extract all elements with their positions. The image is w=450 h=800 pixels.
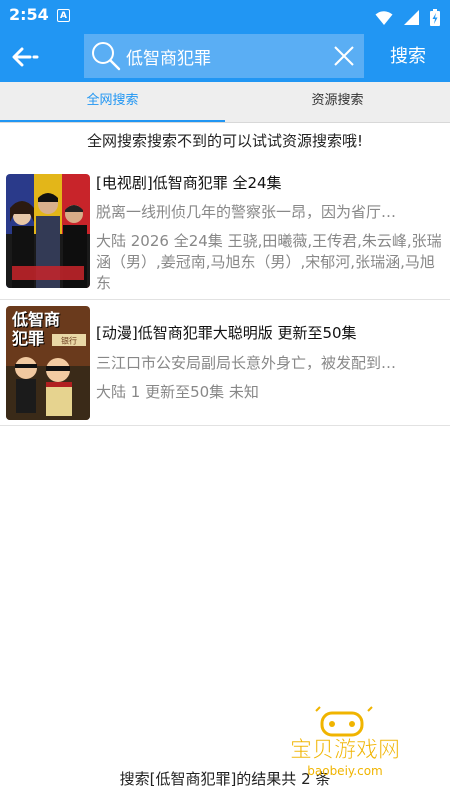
search-icon (92, 42, 121, 71)
result-title: [动漫]低智商犯罪大聪明版 更新至50集 (96, 324, 357, 342)
result-item[interactable]: 银行 低智商犯罪 [动漫]低智商犯罪大聪明版 更新至50集 三江口市公安局副局长… (0, 300, 450, 426)
poster-image: 银行 低智商犯罪 (6, 306, 90, 420)
watermark-logo: 宝贝游戏网 baobeiy.com (270, 705, 420, 785)
tab-resource-search[interactable]: 资源搜索 (225, 82, 450, 122)
result-description: 三江口市公安局副局长意外身亡，被发配到… (96, 354, 397, 372)
search-input[interactable]: 低智商犯罪 (84, 34, 364, 78)
search-hint: 全网搜索搜索不到的可以试试资源搜索哦! (86, 132, 363, 150)
result-meta: 大陆 1 更新至50集 未知 (96, 383, 259, 401)
watermark-text: 宝贝游戏网 (290, 738, 400, 763)
tab-web-search[interactable]: 全网搜索 (0, 82, 225, 122)
status-icons (369, 7, 440, 26)
back-button[interactable] (6, 38, 44, 76)
battery-charging-icon (430, 9, 440, 26)
poster-image (6, 174, 90, 288)
result-description: 脱离一线刑侦几年的警察张一昂，因为省厅… (96, 203, 397, 221)
clear-search-button[interactable] (332, 44, 356, 68)
result-title: [电视剧]低智商犯罪 全24集 (96, 174, 282, 192)
result-meta: 大陆 2026 全24集 王骁,田曦薇,王传君,朱云峰,张瑞涵（男）,姜冠南,马… (96, 232, 442, 292)
search-button[interactable]: 搜索 (372, 32, 444, 82)
search-toolbar: 低智商犯罪 搜索 (0, 32, 450, 82)
search-query-text: 低智商犯罪 (126, 49, 211, 69)
app-notification-icon: A (57, 9, 70, 22)
result-item[interactable]: [电视剧]低智商犯罪 全24集 脱离一线刑侦几年的警察张一昂，因为省厅… 大陆 … (0, 160, 450, 300)
search-tabs: 全网搜索 资源搜索 (0, 82, 450, 123)
watermark-url: baobeiy.com (307, 764, 382, 778)
signal-icon (403, 10, 419, 25)
status-time: 2:54 (9, 5, 49, 24)
close-icon (334, 46, 354, 66)
wifi-icon (375, 10, 393, 25)
status-bar: 2:54 A (0, 0, 450, 32)
back-arrow-icon (12, 47, 39, 67)
poster-title-text: 低智商犯罪 (12, 310, 61, 348)
